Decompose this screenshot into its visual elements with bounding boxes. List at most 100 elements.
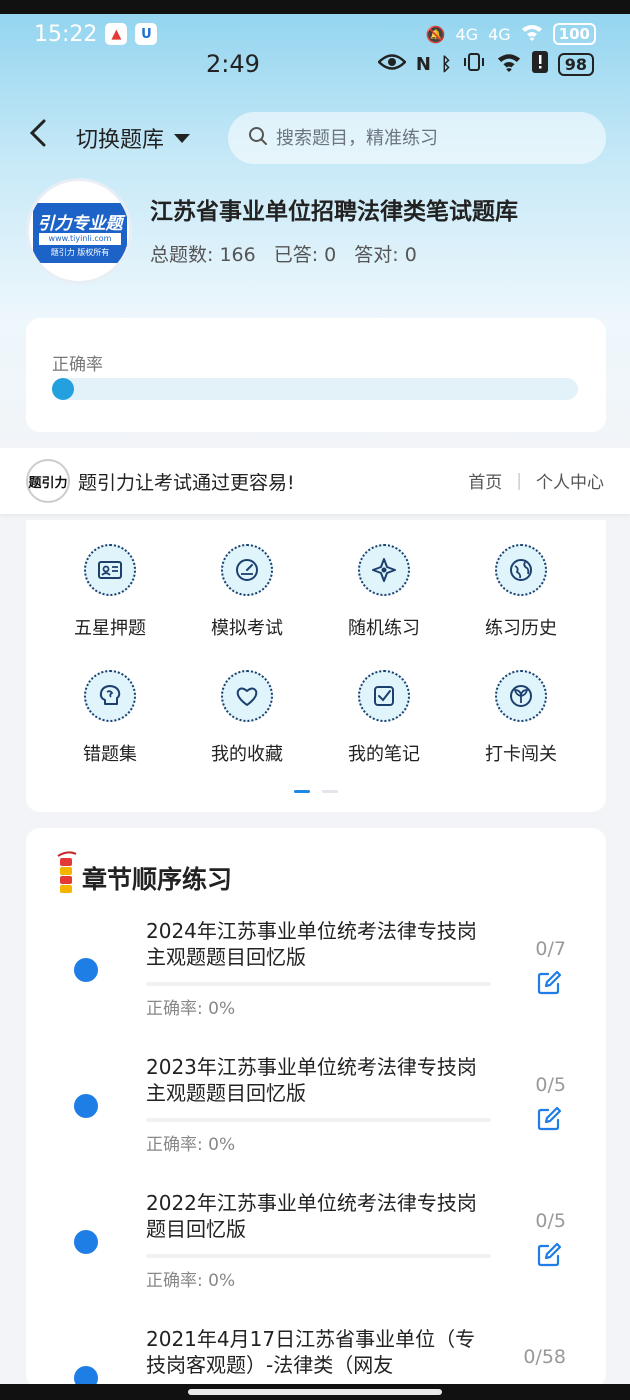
function-item[interactable]: 随机练习 [319, 544, 449, 640]
edit-icon[interactable] [536, 970, 562, 996]
function-label: 错题集 [83, 744, 137, 765]
link-separator: | [516, 470, 522, 491]
switch-bank-label: 切换题库 [76, 128, 165, 153]
accuracy-label: 正确率 [52, 355, 103, 375]
chapter-accuracy: 正确率: 0% [146, 1135, 236, 1155]
bank-stats: 总题数: 166 已答: 0 答对: 0 [150, 240, 417, 267]
pager-dot[interactable] [322, 790, 338, 793]
chapter-title: 2021年4月17日江苏省事业单位（专技岗客观题）-法律类（网友 [146, 1327, 476, 1377]
gauge-icon [221, 544, 273, 596]
chapter-progress-bar [146, 1118, 491, 1122]
note-check-icon [358, 670, 410, 722]
correct-stat: 答对: 0 [354, 244, 417, 266]
battery-indicator: 100 [552, 23, 596, 45]
accuracy-progress-bar [52, 378, 578, 400]
chapter-status-dot [74, 958, 98, 982]
navigation-bar: 切换题库 [0, 112, 630, 164]
chapter-progress-count: 0/7 [535, 938, 566, 960]
back-button[interactable] [26, 118, 66, 158]
search-box[interactable] [228, 112, 606, 164]
inner-status-bar: 2:49 N ᛒ 98 [0, 46, 630, 82]
mute-icon: 🔕 [425, 24, 446, 44]
pager-dots [294, 790, 338, 793]
brain-icon [84, 670, 136, 722]
home-gesture-handle[interactable] [188, 1389, 442, 1395]
logo-url-text: www.tiyinli.com [39, 233, 121, 245]
id-card-icon [84, 544, 136, 596]
chapter-item[interactable]: 2024年江苏事业单位统考法律专技岗主观题题目回忆版 0/7 正确率: 0% [26, 918, 606, 1048]
pager-dot-active[interactable] [294, 790, 310, 793]
chapter-status-dot [74, 1094, 98, 1118]
firecracker-icon [57, 851, 77, 893]
signal-4g-icon: 4G [488, 24, 511, 44]
bluetooth-icon: ᛒ [440, 53, 452, 75]
function-label: 模拟考试 [211, 618, 283, 639]
search-input[interactable] [276, 127, 576, 149]
function-item[interactable]: 打卡闯关 [456, 670, 586, 766]
top-black-bar [0, 0, 630, 14]
home-link[interactable]: 首页 [468, 468, 502, 493]
accuracy-card: 正确率 [26, 318, 606, 432]
chapter-accuracy: 正确率: 0% [146, 1271, 236, 1291]
gesture-bar-area [0, 1384, 630, 1400]
logo-main-text: 引力专业题 [37, 214, 123, 234]
vibrate-icon [462, 52, 486, 77]
search-icon [248, 126, 268, 150]
personal-center-link[interactable]: 个人中心 [536, 468, 604, 493]
edit-icon[interactable] [536, 1242, 562, 1268]
chapter-progress-bar [146, 982, 491, 986]
notification-shield-icon: U [135, 23, 158, 45]
promo-banner: 题引力 题引力让考试通过更容易! 首页 | 个人中心 [0, 448, 630, 514]
heart-icon [221, 670, 273, 722]
chapter-title: 2023年江苏事业单位统考法律专技岗主观题题目回忆版 [146, 1055, 477, 1105]
sprout-icon [495, 670, 547, 722]
total-stat: 总题数: 166 [150, 244, 256, 266]
function-item[interactable]: 错题集 [45, 670, 175, 766]
function-item[interactable]: 练习历史 [456, 544, 586, 640]
wifi-icon [521, 23, 543, 45]
chevron-left-icon [29, 119, 46, 147]
bank-title: 江苏省事业单位招聘法律类笔试题库 [150, 199, 518, 225]
inner-battery-indicator: 98 [557, 52, 594, 76]
inner-time: 2:49 [206, 50, 260, 78]
eye-icon [377, 53, 407, 76]
switch-bank-dropdown[interactable]: 切换题库 [76, 122, 191, 154]
chapter-accuracy: 正确率: 0% [146, 999, 236, 1019]
chapter-progress-count: 0/5 [535, 1210, 566, 1232]
compass-icon [358, 544, 410, 596]
caret-down-icon [174, 133, 191, 143]
chapter-practice-section: 章节顺序练习 2024年江苏事业单位统考法律专技岗主观题题目回忆版 0/7 正确率:… [26, 828, 606, 1390]
function-item[interactable]: 我的笔记 [319, 670, 449, 766]
globe-icon [495, 544, 547, 596]
logo-foot-text: 题引力 版权所有 [50, 248, 110, 257]
function-item[interactable]: 五星押题 [45, 544, 175, 640]
function-label: 我的收藏 [211, 744, 283, 765]
chapter-section-title: 章节顺序练习 [82, 865, 233, 894]
chapter-title: 2024年江苏事业单位统考法律专技岗主观题题目回忆版 [146, 919, 477, 969]
function-label: 练习历史 [485, 618, 557, 639]
brand-logo: 题引力 [26, 459, 70, 503]
chapter-title: 2022年江苏事业单位统考法律专技岗题目回忆版 [146, 1191, 477, 1241]
function-item[interactable]: 我的收藏 [182, 670, 312, 766]
chapter-status-dot [74, 1230, 98, 1254]
banner-slogan: 题引力让考试通过更容易! [78, 472, 295, 494]
system-time: 15:22 [34, 21, 98, 47]
notification-app-icon: ▲ [105, 23, 128, 45]
accuracy-progress-indicator [52, 378, 74, 400]
chapter-progress-count: 0/5 [535, 1074, 566, 1096]
function-label: 我的笔记 [348, 744, 420, 765]
edit-icon[interactable] [536, 1106, 562, 1132]
chapter-progress-bar [146, 1254, 491, 1258]
function-label: 五星押题 [74, 618, 146, 639]
nfc-icon: N [415, 53, 431, 75]
function-grid: 五星押题 模拟考试 随机练习 练习历史错题集 我的收藏 我的笔记 打卡闯关 [26, 520, 606, 812]
chapter-item[interactable]: 2023年江苏事业单位统考法律专技岗主观题题目回忆版 0/5 正确率: 0% [26, 1054, 606, 1184]
alert-icon [531, 50, 548, 78]
bank-logo: 引力专业题 www.tiyinli.com 题引力 版权所有 [26, 178, 132, 284]
chapter-progress-count: 0/58 [523, 1346, 566, 1368]
function-item[interactable]: 模拟考试 [182, 544, 312, 640]
wifi-icon [496, 52, 522, 77]
function-label: 打卡闯关 [485, 744, 557, 765]
chapter-item[interactable]: 2022年江苏事业单位统考法律专技岗题目回忆版 0/5 正确率: 0% [26, 1190, 606, 1320]
answered-stat: 已答: 0 [273, 244, 337, 266]
